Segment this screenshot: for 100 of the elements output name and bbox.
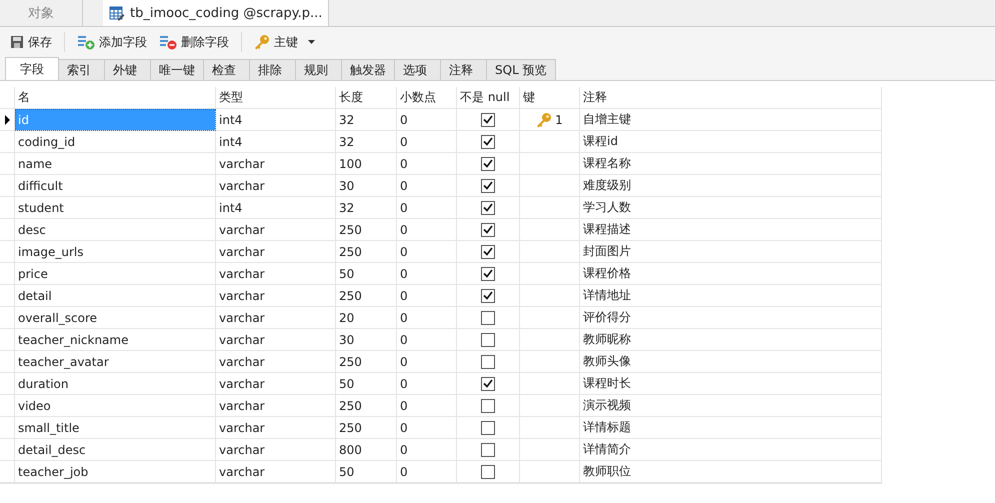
toolbar-button[interactable]: 添加字段: [73, 32, 151, 52]
column-header[interactable]: 类型: [216, 87, 336, 109]
document-tab[interactable]: tb_imooc_coding @scrapy.p...: [103, 0, 330, 26]
table-cell: 0: [397, 439, 457, 461]
table-cell: 自增主键: [580, 109, 882, 131]
tab[interactable]: 唯一键: [150, 59, 204, 80]
table-cell: coding_id: [15, 131, 216, 153]
table-cell: 课程价格: [580, 263, 882, 285]
toolbar-button[interactable]: 保存: [6, 32, 56, 52]
table-cell: 250: [336, 417, 397, 439]
toolbar-button[interactable]: 主键: [250, 32, 319, 52]
table-cell: 0: [397, 351, 457, 373]
table-cell: varchar: [216, 307, 336, 329]
checkbox[interactable]: [481, 398, 495, 412]
tab[interactable]: 选项: [394, 59, 441, 80]
table-cell: varchar: [216, 439, 336, 461]
table-cell: duration: [15, 373, 216, 395]
table-cell: 封面图片: [580, 241, 882, 263]
table-cell: 250: [336, 219, 397, 241]
table-cell: 难度级别: [580, 175, 882, 197]
table-cell: detail: [15, 285, 216, 307]
checkbox[interactable]: [481, 376, 495, 390]
table-cell: 0: [397, 461, 457, 483]
table-cell: name: [15, 153, 216, 175]
column-header[interactable]: 长度: [336, 87, 397, 109]
table-cell: 30: [336, 175, 397, 197]
table-cell: 250: [336, 285, 397, 307]
table-cell: 0: [397, 197, 457, 219]
tab[interactable]: 触发器: [341, 59, 395, 80]
table-cell: 0: [397, 417, 457, 439]
checkbox[interactable]: [481, 200, 495, 214]
tab[interactable]: 排除: [249, 59, 296, 80]
table-cell: 32: [336, 109, 397, 131]
table-cell: video: [15, 395, 216, 417]
table-cell: 800: [336, 439, 397, 461]
table-cell: 0: [397, 285, 457, 307]
checkbox[interactable]: [481, 332, 495, 346]
checkbox[interactable]: [481, 266, 495, 280]
table-cell: 32: [336, 197, 397, 219]
table-cell: 20: [336, 307, 397, 329]
table-cell: varchar: [216, 373, 336, 395]
table-cell: overall_score: [15, 307, 216, 329]
table-cell: 教师头像: [580, 351, 882, 373]
checkbox[interactable]: [481, 442, 495, 456]
table-cell: 演示视频: [580, 395, 882, 417]
table-cell: small_title: [15, 417, 216, 439]
tab[interactable]: SQL 预览: [486, 59, 556, 80]
checkbox[interactable]: [481, 420, 495, 434]
table-cell: varchar: [216, 417, 336, 439]
checkbox[interactable]: [481, 178, 495, 192]
table-cell: desc: [15, 219, 216, 241]
checkbox[interactable]: [481, 244, 495, 258]
table-cell: image_urls: [15, 241, 216, 263]
tab[interactable]: 规则: [295, 59, 342, 80]
table-cell: 250: [336, 395, 397, 417]
table-cell: 详情地址: [580, 285, 882, 307]
table-cell: detail_desc: [15, 439, 216, 461]
checkbox[interactable]: [481, 134, 495, 148]
checkbox[interactable]: [481, 222, 495, 236]
table-cell: int4: [216, 197, 336, 219]
table-cell: 32: [336, 131, 397, 153]
tab[interactable]: 注释: [440, 59, 487, 80]
table-cell: 0: [397, 263, 457, 285]
row-pointer-icon: [4, 114, 10, 124]
table-cell: 学习人数: [580, 197, 882, 219]
table-cell: difficult: [15, 175, 216, 197]
table-cell: varchar: [216, 219, 336, 241]
checkbox[interactable]: [481, 156, 495, 170]
table-cell: teacher_avatar: [15, 351, 216, 373]
table-cell: 250: [336, 241, 397, 263]
table-cell: 课程描述: [580, 219, 882, 241]
table-cell: 课程id: [580, 131, 882, 153]
table-cell: varchar: [216, 461, 336, 483]
table-cell: teacher_job: [15, 461, 216, 483]
table-cell: 0: [397, 373, 457, 395]
checkbox[interactable]: [481, 288, 495, 302]
column-header[interactable]: 不是 null: [457, 87, 520, 109]
column-header[interactable]: 小数点: [397, 87, 457, 109]
key-icon: [254, 34, 270, 50]
checkbox[interactable]: [481, 354, 495, 368]
tab[interactable]: 索引: [58, 59, 105, 80]
table-cell: varchar: [216, 175, 336, 197]
table-cell: varchar: [216, 285, 336, 307]
tab[interactable]: 检查: [203, 59, 250, 80]
table-cell: varchar: [216, 263, 336, 285]
table-cell: 教师昵称: [580, 329, 882, 351]
table-cell: varchar: [216, 329, 336, 351]
table-cell: teacher_nickname: [15, 329, 216, 351]
column-header[interactable]: 键: [520, 87, 580, 109]
checkbox[interactable]: [481, 112, 495, 126]
table-cell: 250: [336, 351, 397, 373]
toolbar-button[interactable]: 删除字段: [155, 32, 233, 52]
tab[interactable]: 字段: [5, 57, 59, 80]
checkbox[interactable]: [481, 464, 495, 478]
delete-field-icon: [159, 34, 177, 50]
key-order: 1: [555, 112, 563, 126]
column-header[interactable]: 注释: [580, 87, 882, 109]
tab[interactable]: 外键: [104, 59, 151, 80]
checkbox[interactable]: [481, 310, 495, 324]
key-icon: [536, 112, 552, 128]
